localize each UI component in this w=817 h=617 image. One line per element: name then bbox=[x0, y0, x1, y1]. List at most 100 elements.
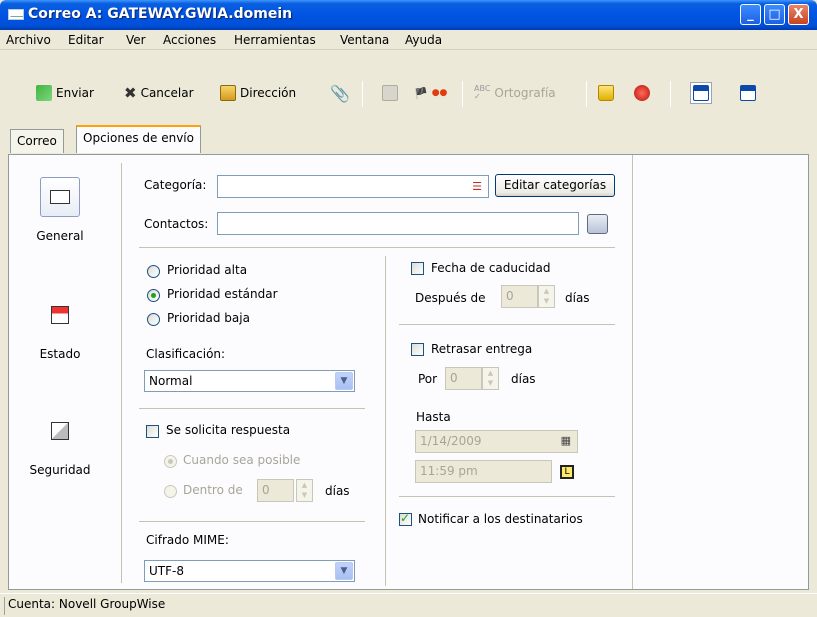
sidebar-item-general[interactable]: General bbox=[25, 177, 95, 243]
sidebar-item-estado[interactable]: Estado bbox=[25, 295, 95, 361]
security-lock-icon bbox=[40, 411, 80, 451]
sidebar-item-label: General bbox=[36, 229, 84, 243]
section-divider bbox=[399, 496, 615, 497]
tab-strip: Correo Opciones de envío bbox=[0, 123, 817, 155]
send-icon bbox=[36, 85, 52, 101]
status-divider bbox=[4, 597, 5, 615]
calendar-icon[interactable]: ▦ bbox=[561, 434, 571, 447]
days-label: días bbox=[565, 291, 590, 305]
expiration-checkbox[interactable] bbox=[411, 262, 424, 275]
title-bar: Correo A: GATEWAY.GWIA.domein _ □ X bbox=[0, 0, 817, 30]
chevron-down-icon[interactable]: ▼ bbox=[335, 372, 353, 390]
category-field[interactable]: ☰ bbox=[217, 175, 489, 198]
reply-requested-label[interactable]: Se solicita respuesta bbox=[166, 423, 290, 437]
menu-herramientas[interactable]: Herramientas bbox=[234, 33, 316, 47]
sidebar-item-label: Seguridad bbox=[29, 463, 91, 477]
status-icon bbox=[40, 295, 80, 335]
expiration-label[interactable]: Fecha de caducidad bbox=[431, 261, 551, 275]
menu-archivo[interactable]: Archivo bbox=[6, 33, 51, 47]
mark-private-icon[interactable]: 🏴 ●● bbox=[414, 82, 447, 104]
spelling-label: Ortografía bbox=[494, 86, 556, 100]
notify-recipients-checkbox[interactable] bbox=[399, 511, 412, 526]
address-button[interactable]: Dirección bbox=[220, 82, 296, 104]
toolbar-separator bbox=[362, 81, 363, 107]
options-panel: General Estado Seguridad Categoría: ☰ Ed… bbox=[8, 154, 809, 590]
maximize-button[interactable]: □ bbox=[764, 4, 785, 25]
classification-label: Clasificación: bbox=[146, 347, 226, 361]
when-possible-radio[interactable] bbox=[164, 455, 177, 468]
lock-icon[interactable] bbox=[598, 82, 614, 104]
priority-standard-radio[interactable] bbox=[147, 289, 160, 302]
after-days-field[interactable]: 0 bbox=[501, 285, 538, 308]
save-icon[interactable] bbox=[382, 82, 398, 104]
sidebar-item-label: Estado bbox=[39, 347, 81, 361]
status-bar: Cuenta: Novell GroupWise bbox=[0, 593, 817, 617]
tab-opciones-envio[interactable]: Opciones de envío bbox=[76, 125, 201, 153]
address-book-icon[interactable] bbox=[587, 214, 608, 234]
mail-envelope-icon bbox=[8, 9, 24, 20]
until-date-field[interactable]: 1/14/2009 ▦ bbox=[415, 430, 578, 453]
edit-categories-button[interactable]: Editar categorías bbox=[495, 174, 615, 197]
within-days-radio[interactable] bbox=[164, 485, 177, 498]
menu-ayuda[interactable]: Ayuda bbox=[405, 33, 442, 47]
cancel-label: Cancelar bbox=[140, 86, 194, 100]
category-list-icon[interactable]: ☰ bbox=[472, 180, 482, 193]
priority-standard-label[interactable]: Prioridad estándar bbox=[167, 287, 278, 301]
tab-correo[interactable]: Correo bbox=[10, 129, 64, 153]
chevron-down-icon[interactable]: ▼ bbox=[335, 562, 353, 580]
sidebar-item-seguridad[interactable]: Seguridad bbox=[25, 411, 95, 477]
send-button[interactable]: Enviar bbox=[36, 82, 94, 104]
classification-select[interactable]: Normal ▼ bbox=[144, 370, 355, 392]
seal-icon[interactable] bbox=[634, 82, 650, 104]
attach-icon[interactable]: 📎 bbox=[330, 82, 350, 104]
column-divider bbox=[385, 256, 386, 586]
priority-high-radio[interactable] bbox=[147, 265, 160, 278]
menu-ventana[interactable]: Ventana bbox=[340, 33, 389, 47]
by-label: Por bbox=[418, 372, 438, 386]
toolbar-separator bbox=[586, 81, 587, 107]
delay-delivery-checkbox[interactable] bbox=[411, 343, 424, 356]
within-days-field[interactable]: 0 bbox=[257, 479, 294, 502]
until-time-field[interactable]: 11:59 pm bbox=[415, 460, 552, 483]
envelope-icon bbox=[40, 177, 80, 217]
content-right-border bbox=[632, 155, 633, 589]
view-list-icon[interactable] bbox=[740, 82, 756, 104]
by-days-field[interactable]: 0 bbox=[445, 367, 482, 390]
close-button[interactable]: X bbox=[788, 4, 809, 25]
section-divider bbox=[399, 324, 615, 325]
window-title: Correo A: GATEWAY.GWIA.domein bbox=[28, 6, 293, 22]
cancel-button[interactable]: ✖ Cancelar bbox=[124, 82, 194, 104]
toolbar: Enviar ✖ Cancelar Dirección 📎 🏴 ●● ABC ✓ O… bbox=[0, 51, 817, 123]
account-status: Cuenta: Novell GroupWise bbox=[8, 597, 166, 611]
notify-recipients-label[interactable]: Notificar a los destinatarios bbox=[418, 512, 583, 526]
category-label: Categoría: bbox=[144, 178, 207, 192]
days-label: días bbox=[325, 484, 350, 498]
mime-select[interactable]: UTF-8 ▼ bbox=[144, 560, 355, 582]
cancel-icon: ✖ bbox=[124, 84, 137, 102]
after-label: Después de bbox=[415, 291, 486, 305]
within-days-spinner[interactable]: ▲ ▼ bbox=[296, 479, 313, 502]
section-divider bbox=[139, 408, 365, 409]
priority-low-radio[interactable] bbox=[147, 313, 160, 326]
address-label: Dirección bbox=[240, 86, 297, 100]
minimize-button[interactable]: _ bbox=[740, 4, 761, 25]
view-message-icon[interactable] bbox=[690, 82, 712, 104]
clock-icon[interactable]: L bbox=[560, 465, 574, 479]
contacts-field[interactable] bbox=[217, 212, 579, 235]
toolbar-separator bbox=[670, 81, 671, 107]
delay-delivery-label[interactable]: Retrasar entrega bbox=[431, 342, 532, 356]
spelling-button[interactable]: ABC ✓ Ortografía bbox=[474, 82, 556, 104]
mime-label: Cifrado MIME: bbox=[146, 533, 229, 547]
after-days-spinner[interactable]: ▲ ▼ bbox=[538, 285, 555, 308]
menu-editar[interactable]: Editar bbox=[68, 33, 104, 47]
spell-check-icon: ABC ✓ bbox=[474, 84, 491, 101]
sidebar-divider bbox=[121, 163, 122, 583]
by-days-spinner[interactable]: ▲ ▼ bbox=[482, 367, 499, 390]
menu-acciones[interactable]: Acciones bbox=[163, 33, 216, 47]
section-divider bbox=[139, 521, 365, 522]
priority-low-label[interactable]: Prioridad baja bbox=[167, 311, 250, 325]
priority-high-label[interactable]: Prioridad alta bbox=[167, 263, 247, 277]
when-possible-label: Cuando sea posible bbox=[183, 453, 301, 467]
menu-ver[interactable]: Ver bbox=[126, 33, 146, 47]
reply-requested-checkbox[interactable] bbox=[146, 425, 159, 438]
